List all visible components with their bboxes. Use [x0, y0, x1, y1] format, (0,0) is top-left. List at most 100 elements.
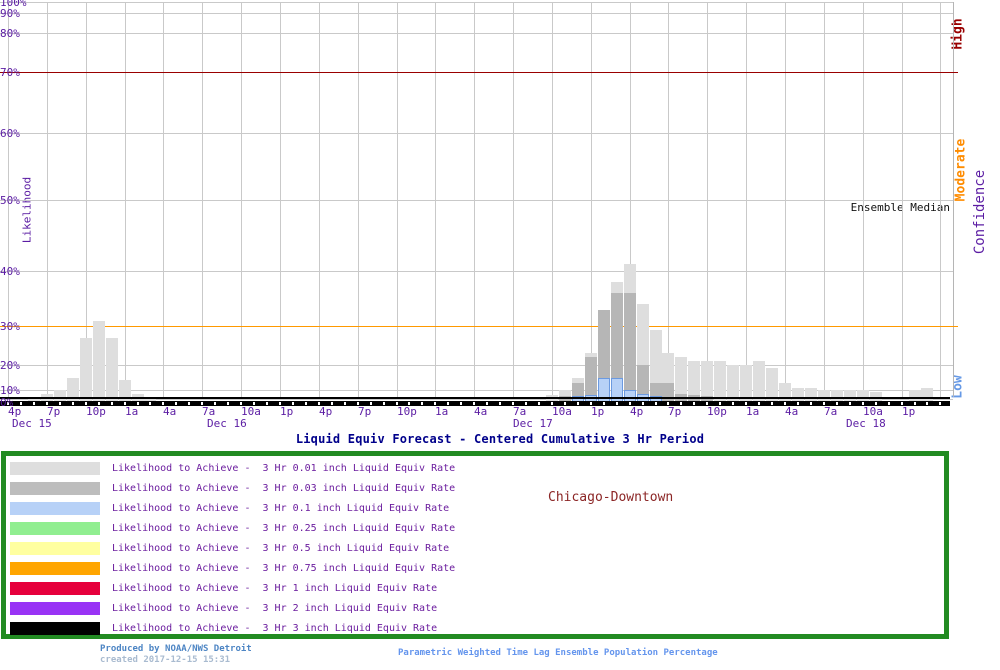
x-axis-hour-tick	[111, 402, 113, 405]
forecast-chart-page: Likelihood Ensemble Median High Moderate…	[0, 0, 1000, 670]
x-tick-label: 7a	[513, 406, 526, 417]
x-tick-label: 10a	[863, 406, 883, 417]
legend-swatch	[10, 522, 100, 535]
x-axis-hour-tick	[849, 402, 851, 405]
x-tick-label: 10p	[707, 406, 727, 417]
bar	[766, 368, 778, 405]
x-tick-label: 7p	[358, 406, 371, 417]
ensemble-median-line	[0, 397, 950, 399]
gridline-vertical	[319, 2, 320, 397]
bar	[93, 321, 105, 405]
legend-swatch	[10, 542, 100, 555]
x-tick-label: 4p	[630, 406, 643, 417]
gridline-vertical	[513, 2, 514, 397]
x-axis-hour-tick	[421, 402, 423, 405]
x-tick-label: 1p	[591, 406, 604, 417]
footer-method-label: Parametric Weighted Time Lag Ensemble Po…	[398, 648, 718, 658]
legend-label: Likelihood to Achieve - 3 Hr 0.01 inch L…	[112, 462, 455, 475]
confidence-moderate-label: Moderate	[955, 139, 968, 202]
chart-title: Liquid Equiv Forecast - Centered Cumulat…	[0, 432, 1000, 446]
x-axis-hour-tick	[344, 402, 346, 405]
gridline-vertical	[163, 2, 164, 397]
footer-produced-by: Produced by NOAA/NWS Detroit	[100, 644, 252, 654]
confidence-axis-title: Confidence	[973, 170, 987, 254]
x-axis-hour-tick	[655, 402, 657, 405]
x-axis-hour-tick	[926, 402, 928, 405]
x-tick-label: 10a	[552, 406, 572, 417]
x-axis-hour-tick	[616, 402, 618, 405]
gridline-vertical	[241, 2, 242, 397]
x-axis-hour-tick	[693, 402, 695, 405]
x-tick-label: 10p	[86, 406, 106, 417]
y-axis-title: Likelihood	[22, 177, 33, 243]
y-tick-label: 70%	[0, 67, 20, 78]
y-tick-label: 20%	[0, 360, 20, 371]
gridline-horizontal	[0, 13, 953, 14]
x-date-label: Dec 17	[513, 418, 553, 429]
location-label: Chicago-Downtown	[548, 490, 673, 505]
plot-area: Likelihood Ensemble Median High Moderate…	[0, 0, 1000, 430]
x-tick-label: 7p	[47, 406, 60, 417]
y-tick-label: 80%	[0, 28, 20, 39]
gridline-horizontal	[0, 365, 953, 366]
legend-swatch	[10, 502, 100, 515]
x-tick-label: 10p	[397, 406, 417, 417]
gridline-vertical	[591, 2, 592, 397]
y-tick-label: 90%	[0, 8, 20, 19]
legend-label: Likelihood to Achieve - 3 Hr 0.25 inch L…	[112, 522, 455, 535]
gridline-vertical	[785, 2, 786, 397]
gridline-vertical	[358, 2, 359, 397]
x-tick-label: 4a	[785, 406, 798, 417]
x-date-label: Dec 18	[846, 418, 886, 429]
legend-box: Chicago-Downtown Likelihood to Achieve -…	[1, 451, 949, 639]
gridline-vertical	[397, 2, 398, 397]
x-axis-hour-tick	[305, 402, 307, 405]
x-tick-label: 1a	[746, 406, 759, 417]
gridline-vertical	[746, 2, 747, 397]
x-tick-label: 4a	[474, 406, 487, 417]
x-tick-label: 1p	[902, 406, 915, 417]
legend-label: Likelihood to Achieve - 3 Hr 0.1 inch Li…	[112, 502, 449, 515]
legend-swatch	[10, 562, 100, 575]
y-tick-label: 60%	[0, 128, 20, 139]
legend-swatch	[10, 462, 100, 475]
confidence-threshold-line	[0, 326, 958, 327]
x-tick-label: 4p	[319, 406, 332, 417]
gridline-vertical	[824, 2, 825, 397]
gridline-horizontal	[0, 33, 953, 34]
x-axis-hour-tick	[72, 402, 74, 405]
x-tick-label: 4a	[163, 406, 176, 417]
gridline-vertical	[707, 2, 708, 397]
x-tick-label: 1a	[435, 406, 448, 417]
bar	[80, 338, 92, 405]
legend-label: Likelihood to Achieve - 3 Hr 3 inch Liqu…	[112, 622, 437, 635]
y-tick-label: 50%	[0, 195, 20, 206]
gridline-horizontal	[0, 271, 953, 272]
x-axis-hour-tick	[771, 402, 773, 405]
gridline-vertical	[280, 2, 281, 397]
x-date-label: Dec 16	[207, 418, 247, 429]
x-axis-hour-tick	[538, 402, 540, 405]
x-axis-hour-tick	[383, 402, 385, 405]
x-axis-hour-tick	[577, 402, 579, 405]
bar	[727, 365, 739, 405]
x-axis-hour-tick	[732, 402, 734, 405]
ensemble-median-label: Ensemble Median	[851, 202, 950, 213]
x-tick-label: 10a	[241, 406, 261, 417]
x-tick-label: 7p	[668, 406, 681, 417]
x-axis-hour-tick	[810, 402, 812, 405]
x-axis-hour-tick	[149, 402, 151, 405]
legend-label: Likelihood to Achieve - 3 Hr 0.5 inch Li…	[112, 542, 449, 555]
gridline-vertical	[668, 2, 669, 397]
legend-swatch	[10, 622, 100, 635]
x-tick-label: 7a	[202, 406, 215, 417]
x-axis-hour-tick	[888, 402, 890, 405]
legend-label: Likelihood to Achieve - 3 Hr 0.03 inch L…	[112, 482, 455, 495]
gridline-vertical	[863, 2, 864, 397]
x-tick-label: 1p	[280, 406, 293, 417]
x-date-label: Dec 15	[12, 418, 52, 429]
gridline-vertical	[125, 2, 126, 397]
gridline-vertical	[47, 2, 48, 397]
gridline-vertical	[435, 2, 436, 397]
legend-label: Likelihood to Achieve - 3 Hr 0.75 inch L…	[112, 562, 455, 575]
